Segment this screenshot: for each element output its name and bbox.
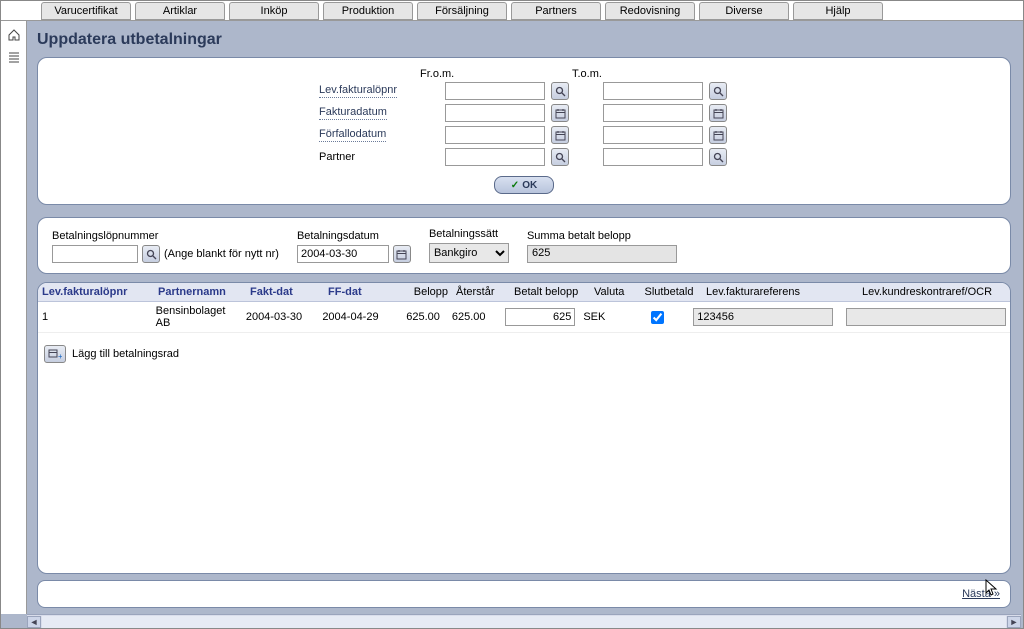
- add-row-label: Lägg till betalningsrad: [72, 348, 179, 360]
- cell-ocr-input[interactable]: [846, 308, 1006, 326]
- th-belopp: Belopp: [402, 283, 452, 301]
- filter-ffdat-from-input[interactable]: [445, 126, 545, 144]
- filter-partner-from-input[interactable]: [445, 148, 545, 166]
- add-row-icon[interactable]: +: [44, 345, 66, 363]
- method-select[interactable]: Bankgiro: [429, 243, 509, 263]
- menu-tab-partners[interactable]: Partners: [511, 2, 601, 20]
- paynum-hint: (Ange blankt för nytt nr): [164, 248, 279, 260]
- col-to-label: T.o.m.: [572, 68, 692, 80]
- page-title: Uppdatera utbetalningar: [37, 27, 1011, 57]
- menu-bar: Varucertifikat Artiklar Inköp Produktion…: [1, 1, 1023, 21]
- calendar-icon[interactable]: [709, 126, 727, 144]
- calendar-icon[interactable]: [551, 104, 569, 122]
- menu-tab-diverse[interactable]: Diverse: [699, 2, 789, 20]
- paynum-label: Betalningslöpnummer: [52, 230, 279, 242]
- paydate-label: Betalningsdatum: [297, 230, 411, 242]
- calendar-icon[interactable]: [393, 245, 411, 263]
- menu-tab-artiklar[interactable]: Artiklar: [135, 2, 225, 20]
- payment-info-panel: Betalningslöpnummer (Ange blankt för nyt…: [37, 217, 1011, 274]
- search-icon[interactable]: [551, 82, 569, 100]
- table-header: Lev.fakturalöpnr Partnernamn Fakt-dat FF…: [38, 283, 1010, 302]
- th-partner[interactable]: Partnernamn: [154, 283, 246, 301]
- filter-ffdat-to-input[interactable]: [603, 126, 703, 144]
- scroll-track[interactable]: [42, 616, 1006, 628]
- menu-tab-hjalp[interactable]: Hjälp: [793, 2, 883, 20]
- table-row: 1 Bensinbolaget AB 2004-03-30 2004-04-29…: [38, 302, 1010, 333]
- footer-panel: Nästa »: [37, 580, 1011, 608]
- th-ref: Lev.fakturareferens: [702, 283, 858, 301]
- th-ffdat[interactable]: FF-dat: [324, 283, 402, 301]
- menu-tab-redovisning[interactable]: Redovisning: [605, 2, 695, 20]
- filter-faktdat-to-input[interactable]: [603, 104, 703, 122]
- scroll-left-icon[interactable]: ◄: [27, 616, 41, 628]
- menu-tab-produktion[interactable]: Produktion: [323, 2, 413, 20]
- check-icon: ✓: [511, 180, 519, 191]
- cell-levnr: 1: [38, 308, 152, 326]
- cell-belopp: 625.00: [395, 308, 444, 326]
- cell-ffdat: 2004-04-29: [318, 308, 394, 326]
- ok-button[interactable]: ✓ OK: [494, 176, 554, 194]
- cell-partner: Bensinbolaget AB: [152, 302, 242, 332]
- filter-label-partner: Partner: [319, 151, 355, 163]
- calendar-icon[interactable]: [551, 126, 569, 144]
- cell-valuta: SEK: [579, 308, 624, 326]
- filter-label-ffdat: Förfallodatum: [319, 128, 386, 142]
- th-valuta: Valuta: [590, 283, 636, 301]
- th-aterstar: Återstår: [452, 283, 510, 301]
- filter-label-levnr: Lev.fakturalöpnr: [319, 84, 397, 98]
- th-betalt: Betalt belopp: [510, 283, 590, 301]
- filter-partner-to-input[interactable]: [603, 148, 703, 166]
- search-icon[interactable]: [709, 82, 727, 100]
- filter-label-faktdat: Fakturadatum: [319, 106, 387, 120]
- cell-aterstar: 625.00: [444, 308, 501, 326]
- cell-betalt-input[interactable]: [505, 308, 575, 326]
- scroll-right-icon[interactable]: ►: [1007, 616, 1021, 628]
- horizontal-scrollbar[interactable]: ◄ ►: [27, 614, 1021, 628]
- paydate-input[interactable]: [297, 245, 389, 263]
- cell-ref-input[interactable]: [693, 308, 833, 326]
- search-icon[interactable]: [551, 148, 569, 166]
- ok-button-label: OK: [522, 180, 537, 191]
- filter-levnr-from-input[interactable]: [445, 82, 545, 100]
- add-row[interactable]: + Lägg till betalningsrad: [38, 333, 1010, 375]
- cell-slut-checkbox[interactable]: [651, 311, 664, 324]
- calendar-icon[interactable]: [709, 104, 727, 122]
- cell-faktdat: 2004-03-30: [242, 308, 318, 326]
- search-icon[interactable]: [142, 245, 160, 263]
- home-icon[interactable]: [6, 27, 22, 43]
- search-icon[interactable]: [709, 148, 727, 166]
- sum-value: 625: [527, 245, 677, 263]
- method-label: Betalningssätt: [429, 228, 509, 240]
- table-panel: Lev.fakturalöpnr Partnernamn Fakt-dat FF…: [37, 282, 1011, 574]
- menu-tab-varucertifikat[interactable]: Varucertifikat: [41, 2, 131, 20]
- content-area: Uppdatera utbetalningar Fr.o.m. T.o.m. L…: [27, 21, 1021, 614]
- filter-panel: Fr.o.m. T.o.m. Lev.fakturalöpnr Fakturad…: [37, 57, 1011, 205]
- col-from-label: Fr.o.m.: [420, 68, 540, 80]
- th-levnr[interactable]: Lev.fakturalöpnr: [38, 283, 154, 301]
- sum-label: Summa betalt belopp: [527, 230, 677, 242]
- filter-levnr-to-input[interactable]: [603, 82, 703, 100]
- th-faktdat[interactable]: Fakt-dat: [246, 283, 324, 301]
- next-link[interactable]: Nästa »: [962, 588, 1000, 600]
- sidebar: [1, 21, 27, 614]
- menu-tab-forsaljning[interactable]: Försäljning: [417, 2, 507, 20]
- svg-text:+: +: [58, 352, 62, 360]
- paynum-input[interactable]: [52, 245, 138, 263]
- th-ocr: Lev.kundreskontraref/OCR: [858, 283, 1010, 301]
- th-slut: Slutbetald: [636, 283, 702, 301]
- filter-faktdat-from-input[interactable]: [445, 104, 545, 122]
- menu-tab-inkop[interactable]: Inköp: [229, 2, 319, 20]
- list-icon[interactable]: [6, 49, 22, 65]
